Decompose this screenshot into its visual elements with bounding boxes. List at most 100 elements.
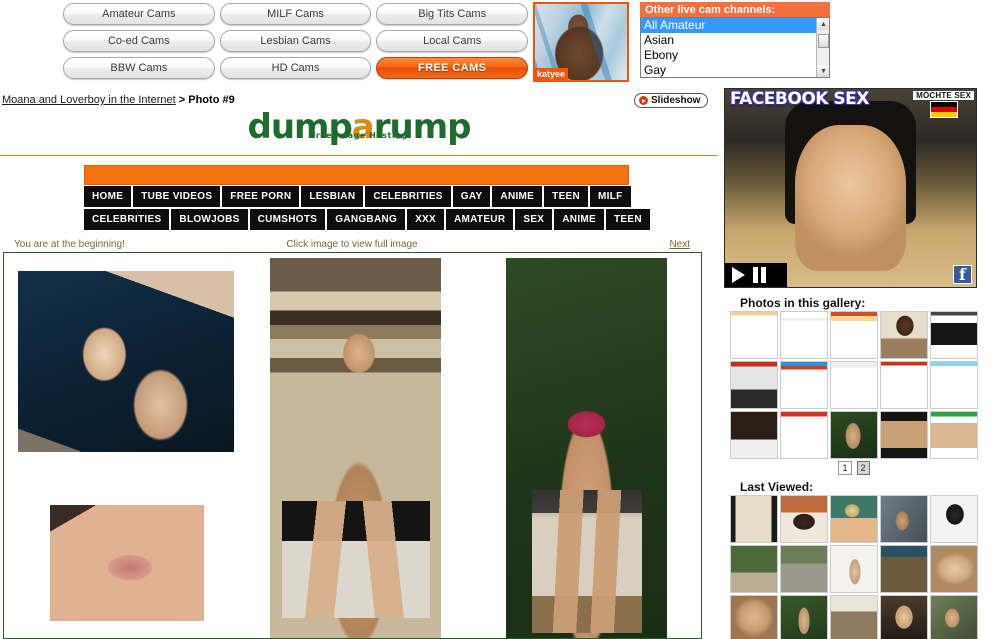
cam-model-name: katyee xyxy=(535,68,569,80)
thumbnail-image xyxy=(881,546,927,592)
lastviewed-thumbnail[interactable] xyxy=(830,595,878,639)
ad-badge-text: MÖCHTE SEX xyxy=(913,91,974,100)
cam-button-bbw[interactable]: BBW Cams xyxy=(63,57,215,79)
cam-button-free-cams[interactable]: FREE CAMS xyxy=(376,57,529,79)
page-root: Amateur Cams MILF Cams Big Tits Cams Co-… xyxy=(0,0,1000,639)
gallery-thumbnail[interactable] xyxy=(880,311,928,359)
photo-pager-strip: You are at the beginning! Click image to… xyxy=(0,239,704,252)
primary-nav: HOME TUBE VIDEOS FREE PORN LESBIAN CELEB… xyxy=(84,186,631,207)
lastviewed-thumbnail[interactable] xyxy=(780,495,828,543)
gallery-page-2[interactable]: 2 xyxy=(856,461,870,475)
gallery-thumbnail[interactable] xyxy=(780,311,828,359)
video-advertisement[interactable]: FACEBOOK SEX MÖCHTE SEX f xyxy=(724,88,977,288)
nav-item-gay[interactable]: GAY xyxy=(452,186,491,207)
gallery-thumbnail[interactable] xyxy=(830,311,878,359)
nav2-item-cumshots[interactable]: CUMSHOTS xyxy=(249,209,326,230)
lastviewed-thumbnail[interactable] xyxy=(780,545,828,593)
thumbnail-image xyxy=(831,596,877,639)
gallery-thumbnail[interactable] xyxy=(830,411,878,459)
cam-button-lesbian[interactable]: Lesbian Cams xyxy=(219,30,372,52)
gallery-photo[interactable] xyxy=(18,271,234,452)
nav-item-celebrities[interactable]: CELEBRITIES xyxy=(365,186,451,207)
thumbnail-image xyxy=(931,362,977,408)
pause-icon[interactable] xyxy=(753,267,766,283)
gallery-thumbnail[interactable] xyxy=(930,311,978,359)
gallery-thumbnail[interactable] xyxy=(930,361,978,409)
lastviewed-thumbnail[interactable] xyxy=(880,545,928,593)
lastviewed-thumbnail[interactable] xyxy=(730,595,778,639)
lastviewed-thumbnail-grid xyxy=(730,495,978,639)
slideshow-button-label: Slideshow xyxy=(651,95,701,106)
photo-grid xyxy=(4,253,701,638)
breadcrumb-gallery-link[interactable]: Moana and Loverboy in the Internet xyxy=(2,94,176,106)
nav2-item-teen[interactable]: TEEN xyxy=(606,209,650,230)
cam-button-milf[interactable]: MILF Cams xyxy=(219,3,372,25)
gallery-thumbnail[interactable] xyxy=(730,411,778,459)
gallery-photo[interactable] xyxy=(282,501,430,618)
lastviewed-thumbnail[interactable] xyxy=(880,595,928,639)
video-controls[interactable] xyxy=(725,263,787,287)
gallery-section-title: Photos in this gallery: xyxy=(740,296,866,310)
lastviewed-thumbnail[interactable] xyxy=(780,595,828,639)
gallery-thumbnail[interactable] xyxy=(730,311,778,359)
nav2-item-amateur[interactable]: AMATEUR xyxy=(446,209,514,230)
cam-button-local[interactable]: Local Cams xyxy=(376,30,529,52)
gallery-thumbnail[interactable] xyxy=(730,361,778,409)
photo-image xyxy=(532,490,642,633)
lastviewed-thumbnail[interactable] xyxy=(830,545,878,593)
nav-item-teen[interactable]: TEEN xyxy=(544,186,589,207)
facebook-icon[interactable]: f xyxy=(953,265,972,284)
lastviewed-thumbnail[interactable] xyxy=(730,545,778,593)
gallery-thumbnail[interactable] xyxy=(780,361,828,409)
thumbnail-image xyxy=(781,546,827,592)
pager-next-link[interactable]: Next xyxy=(669,239,690,250)
right-sidebar: FACEBOOK SEX MÖCHTE SEX f Photos in this… xyxy=(722,0,1000,639)
nav2-item-celebrities[interactable]: CELEBRITIES xyxy=(84,209,170,230)
photo-image xyxy=(18,271,234,452)
gallery-thumbnail[interactable] xyxy=(930,411,978,459)
nav-item-home[interactable]: HOME xyxy=(84,186,132,207)
breadcrumb-separator: > xyxy=(178,94,186,106)
site-logo[interactable]: dumparump Free Image Hosting xyxy=(247,110,471,144)
gallery-thumbnail[interactable] xyxy=(780,411,828,459)
pager-hint-text: Click image to view full image xyxy=(286,239,418,250)
nav-item-lesbian[interactable]: LESBIAN xyxy=(301,186,364,207)
cam-button-amateur[interactable]: Amateur Cams xyxy=(63,3,215,25)
thumbnail-image xyxy=(831,412,877,458)
photo-image xyxy=(282,501,430,618)
nav-item-milf[interactable]: MILF xyxy=(590,186,631,207)
gallery-photo[interactable] xyxy=(50,505,204,621)
thumbnail-image xyxy=(831,312,877,358)
lastviewed-thumbnail[interactable] xyxy=(730,495,778,543)
cam-button-hd[interactable]: HD Cams xyxy=(219,57,372,79)
gallery-thumbnail[interactable] xyxy=(830,361,878,409)
nav2-item-anime[interactable]: ANIME xyxy=(554,209,605,230)
gallery-thumbnail[interactable] xyxy=(880,361,928,409)
site-logo-wrap: dumparump Free Image Hosting xyxy=(0,110,718,158)
cam-button-row: Amateur Cams MILF Cams Big Tits Cams xyxy=(63,3,529,25)
nav-item-anime[interactable]: ANIME xyxy=(492,186,543,207)
nav2-item-gangbang[interactable]: GANGBANG xyxy=(327,209,406,230)
lastviewed-thumbnail[interactable] xyxy=(930,595,978,639)
cam-button-big-tits[interactable]: Big Tits Cams xyxy=(376,3,529,25)
play-icon[interactable] xyxy=(732,267,745,283)
german-flag-icon xyxy=(929,101,958,118)
breadcrumb-current-photo: Photo #9 xyxy=(188,94,235,106)
nav-item-tube-videos[interactable]: TUBE VIDEOS xyxy=(133,186,221,207)
nav-item-free-porn[interactable]: FREE PORN xyxy=(222,186,300,207)
lastviewed-thumbnail[interactable] xyxy=(930,545,978,593)
lastviewed-thumbnail[interactable] xyxy=(830,495,878,543)
nav2-item-sex[interactable]: SEX xyxy=(515,209,553,230)
lastviewed-thumbnail[interactable] xyxy=(930,495,978,543)
lastviewed-thumbnail[interactable] xyxy=(880,495,928,543)
gallery-photo[interactable] xyxy=(532,490,642,633)
cam-model-thumbnail[interactable]: katyee xyxy=(533,2,629,82)
gallery-thumbnail[interactable] xyxy=(880,411,928,459)
gallery-page-1[interactable]: 1 xyxy=(838,461,852,475)
cam-category-buttons: Amateur Cams MILF Cams Big Tits Cams Co-… xyxy=(63,3,529,79)
nav2-item-blowjobs[interactable]: BLOWJOBS xyxy=(171,209,248,230)
cam-button-co-ed[interactable]: Co-ed Cams xyxy=(63,30,215,52)
nav2-item-xxx[interactable]: XXX xyxy=(407,209,444,230)
thumbnail-image xyxy=(781,412,827,458)
slideshow-button[interactable]: Slideshow xyxy=(634,93,709,108)
